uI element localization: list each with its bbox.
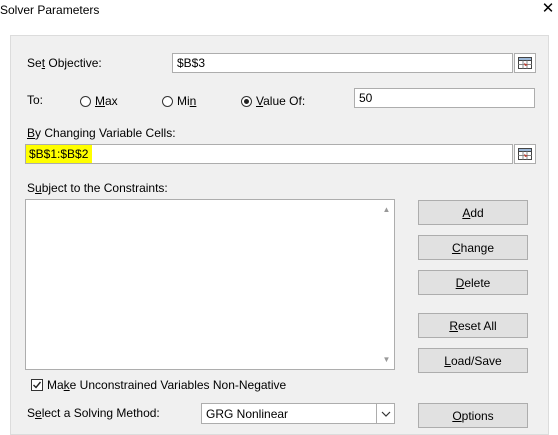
window-title: Solver Parameters: [0, 3, 100, 17]
range-selector-icon: [518, 57, 532, 69]
scroll-down-icon[interactable]: ▼: [382, 355, 391, 364]
non-negative-label: Make Unconstrained Variables Non-Negativ…: [47, 378, 287, 392]
value-of-radio-label: Value Of:: [256, 94, 306, 108]
chevron-down-icon[interactable]: [376, 404, 394, 423]
solving-method-select[interactable]: GRG Nonlinear: [201, 403, 395, 424]
checkbox-box: [31, 379, 43, 391]
reset-all-button[interactable]: Reset All: [418, 313, 528, 338]
options-button[interactable]: Options: [418, 403, 528, 428]
min-radio[interactable]: Min: [162, 94, 196, 108]
solving-method-label: Select a Solving Method:: [27, 406, 160, 420]
range-selector-icon: [518, 148, 532, 160]
max-radio[interactable]: Max: [80, 94, 118, 108]
value-of-input[interactable]: 50: [354, 88, 535, 108]
delete-button[interactable]: Delete: [418, 270, 528, 295]
value-of-radio[interactable]: Value Of:: [241, 94, 305, 108]
constraints-label: Subject to the Constraints:: [27, 181, 168, 195]
max-radio-circle: [80, 95, 91, 107]
to-label: To:: [27, 93, 44, 107]
changing-cells-input[interactable]: $B$1:$B$2: [25, 144, 513, 164]
min-radio-circle: [162, 95, 173, 107]
close-icon[interactable]: ✕: [540, 1, 556, 17]
checkmark-icon: [33, 381, 42, 389]
changing-cells-range-picker[interactable]: [514, 144, 536, 164]
solving-method-value: GRG Nonlinear: [206, 407, 289, 421]
changing-cells-label: By Changing Variable Cells:: [27, 126, 176, 140]
set-objective-label: Set Objective:: [27, 56, 102, 70]
min-radio-label: Min: [177, 94, 197, 108]
change-button[interactable]: Change: [418, 235, 528, 260]
objective-range-picker[interactable]: [514, 53, 536, 73]
constraints-list[interactable]: ▲ ▼: [25, 199, 395, 370]
changing-cells-value: $B$1:$B$2: [26, 145, 93, 163]
max-radio-label: Max: [95, 94, 118, 108]
objective-input[interactable]: $B$3: [172, 53, 513, 73]
constraints-scrollbar[interactable]: ▲ ▼: [379, 200, 394, 369]
add-button[interactable]: Add: [418, 200, 528, 225]
value-of-radio-circle: [241, 95, 252, 107]
load-save-button[interactable]: Load/Save: [418, 348, 528, 373]
non-negative-checkbox[interactable]: Make Unconstrained Variables Non-Negativ…: [31, 378, 286, 392]
scroll-up-icon[interactable]: ▲: [382, 205, 391, 214]
